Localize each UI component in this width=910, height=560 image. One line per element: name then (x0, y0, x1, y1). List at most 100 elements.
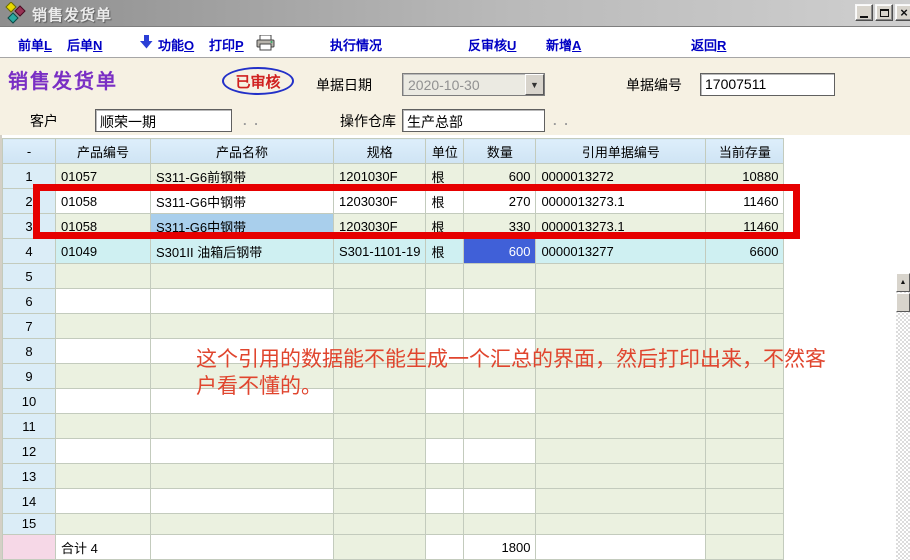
grid-cell-code[interactable] (56, 289, 151, 314)
grid-cell-name[interactable]: S311-G6中钢带 (151, 214, 334, 239)
printer-icon[interactable] (256, 35, 275, 51)
grid-cell-qty[interactable] (464, 364, 536, 389)
grid-cell-stock[interactable] (706, 389, 784, 414)
grid-cell-stock[interactable] (706, 514, 784, 535)
grid-cell-stock[interactable] (706, 414, 784, 439)
grid-cell-code[interactable]: 01058 (56, 214, 151, 239)
grid-cell-spec[interactable] (334, 364, 426, 389)
grid-cell-ref[interactable] (536, 439, 706, 464)
grid-cell-ref[interactable]: 0000013273.1 (536, 214, 706, 239)
grid-cell-ref[interactable]: 0000013272 (536, 164, 706, 189)
grid-cell-spec[interactable] (334, 289, 426, 314)
row-number-cell[interactable]: 13 (3, 464, 56, 489)
customer-lookup-button[interactable]: . . (243, 113, 260, 128)
grid-cell-spec[interactable] (334, 314, 426, 339)
grid-cell-code[interactable] (56, 339, 151, 364)
grid-cell-unit[interactable] (426, 314, 464, 339)
grid-cell-stock[interactable] (706, 339, 784, 364)
row-number-cell[interactable]: 2 (3, 189, 56, 214)
grid-cell-name[interactable] (151, 264, 334, 289)
grid-cell-name[interactable] (151, 339, 334, 364)
grid-cell-unit[interactable] (426, 439, 464, 464)
grid-cell-ref[interactable] (536, 464, 706, 489)
grid-cell-spec[interactable]: 1201030F (334, 164, 426, 189)
grid-cell-qty[interactable] (464, 264, 536, 289)
customer-input[interactable]: 顺荣一期 (95, 109, 232, 132)
toolbar-return[interactable]: 返回R (691, 35, 726, 54)
grid-cell-spec[interactable]: S301-1101-19 (334, 239, 426, 264)
grid-cell-code[interactable] (56, 464, 151, 489)
grid-cell-ref[interactable] (536, 489, 706, 514)
grid-cell-spec[interactable] (334, 464, 426, 489)
grid-cell-unit[interactable] (426, 514, 464, 535)
grid-cell-code[interactable] (56, 264, 151, 289)
grid-cell-code[interactable] (56, 314, 151, 339)
grid-cell-code[interactable] (56, 514, 151, 535)
grid-cell-spec[interactable] (334, 439, 426, 464)
grid-cell-ref[interactable]: 0000013277 (536, 239, 706, 264)
grid-cell-unit[interactable] (426, 389, 464, 414)
row-number-cell[interactable]: 5 (3, 264, 56, 289)
row-number-cell[interactable]: 14 (3, 489, 56, 514)
toolbar-exec-status[interactable]: 执行情况 (330, 35, 382, 54)
grid-cell-stock[interactable] (706, 264, 784, 289)
doc-date-combobox[interactable]: 2020-10-30 ▼ (402, 73, 545, 96)
grid-cell-name[interactable]: S301II 油箱后钢带 (151, 239, 334, 264)
grid-cell-ref[interactable] (536, 289, 706, 314)
grid-cell-stock[interactable] (706, 314, 784, 339)
grid-cell-qty[interactable] (464, 489, 536, 514)
grid-cell-stock[interactable] (706, 364, 784, 389)
grid-cell-ref[interactable] (536, 364, 706, 389)
grid-cell-unit[interactable]: 根 (426, 189, 464, 214)
row-number-cell[interactable]: 11 (3, 414, 56, 439)
grid-cell-code[interactable] (56, 389, 151, 414)
grid-cell-code[interactable]: 01049 (56, 239, 151, 264)
grid-cell-ref[interactable]: 0000013273.1 (536, 189, 706, 214)
grid-cell-qty[interactable]: 330 (464, 214, 536, 239)
grid-cell-spec[interactable] (334, 389, 426, 414)
grid-cell-spec[interactable]: 1203030F (334, 214, 426, 239)
toolbar-prev-doc[interactable]: 前单L (18, 35, 52, 54)
warehouse-lookup-button[interactable]: . . (553, 113, 570, 128)
grid-cell-unit[interactable]: 根 (426, 239, 464, 264)
grid-cell-name[interactable] (151, 389, 334, 414)
grid-cell-name[interactable] (151, 414, 334, 439)
grid-cell-code[interactable] (56, 439, 151, 464)
toolbar-print[interactable]: 打印P (209, 35, 244, 54)
grid-cell-qty[interactable]: 270 (464, 189, 536, 214)
toolbar-functions[interactable]: 功能O (158, 35, 194, 54)
row-number-cell[interactable]: 7 (3, 314, 56, 339)
scroll-up-icon[interactable]: ▲ (896, 273, 910, 292)
row-number-cell[interactable]: 15 (3, 514, 56, 535)
grid-cell-spec[interactable] (334, 514, 426, 535)
grid-cell-ref[interactable] (536, 339, 706, 364)
grid-cell-spec[interactable]: 1203030F (334, 189, 426, 214)
row-number-cell[interactable]: 1 (3, 164, 56, 189)
toolbar-add-new[interactable]: 新增A (546, 35, 581, 54)
vertical-scrollbar[interactable]: ▲ ▼ (896, 273, 910, 560)
grid-cell-unit[interactable] (426, 264, 464, 289)
grid-cell-ref[interactable] (536, 264, 706, 289)
grid-cell-spec[interactable] (334, 264, 426, 289)
grid-cell-qty[interactable] (464, 439, 536, 464)
grid-cell-code[interactable] (56, 489, 151, 514)
grid-cell-unit[interactable] (426, 289, 464, 314)
grid-cell-qty[interactable] (464, 289, 536, 314)
grid-cell-code[interactable] (56, 414, 151, 439)
grid-cell-qty[interactable] (464, 314, 536, 339)
toolbar-next-doc[interactable]: 后单N (67, 35, 102, 54)
grid-cell-name[interactable] (151, 439, 334, 464)
grid-cell-code[interactable] (56, 364, 151, 389)
minimize-button[interactable] (855, 4, 873, 21)
grid-cell-ref[interactable] (536, 414, 706, 439)
grid-cell-unit[interactable] (426, 464, 464, 489)
grid-cell-ref[interactable] (536, 389, 706, 414)
grid-cell-name[interactable] (151, 514, 334, 535)
grid-cell-spec[interactable] (334, 414, 426, 439)
row-number-cell[interactable]: 4 (3, 239, 56, 264)
grid-cell-stock[interactable]: 6600 (706, 239, 784, 264)
grid-cell-qty[interactable] (464, 339, 536, 364)
grid-cell-stock[interactable]: 11460 (706, 214, 784, 239)
grid-cell-name[interactable] (151, 364, 334, 389)
grid-cell-qty[interactable]: 600 (464, 164, 536, 189)
